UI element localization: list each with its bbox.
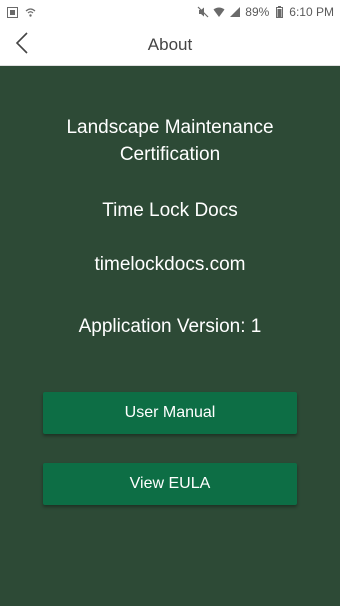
status-bar: 89% 6:10 PM <box>0 0 340 24</box>
battery-icon <box>273 6 285 18</box>
signal-icon <box>229 6 241 18</box>
status-right: 89% 6:10 PM <box>197 5 334 19</box>
page-title: About <box>147 34 193 54</box>
view-eula-button[interactable]: View EULA <box>43 463 297 505</box>
back-button[interactable] <box>6 29 38 61</box>
status-left <box>6 6 36 18</box>
battery-percent: 89% <box>245 5 270 19</box>
clock: 6:10 PM <box>289 5 334 19</box>
user-manual-button[interactable]: User Manual <box>43 392 297 434</box>
gallery-icon <box>6 6 18 18</box>
company-name: Time Lock Docs <box>102 200 238 221</box>
website-link[interactable]: timelockdocs.com <box>0 254 340 276</box>
wifi-call-icon <box>24 6 36 18</box>
app-name: Landscape Maintenance Certification <box>66 117 274 165</box>
app-header: About <box>0 24 340 66</box>
back-arrow-icon <box>15 31 29 59</box>
mute-icon <box>197 6 209 18</box>
app-version: Application Version: 1 <box>78 316 262 337</box>
wifi-icon <box>213 6 225 18</box>
